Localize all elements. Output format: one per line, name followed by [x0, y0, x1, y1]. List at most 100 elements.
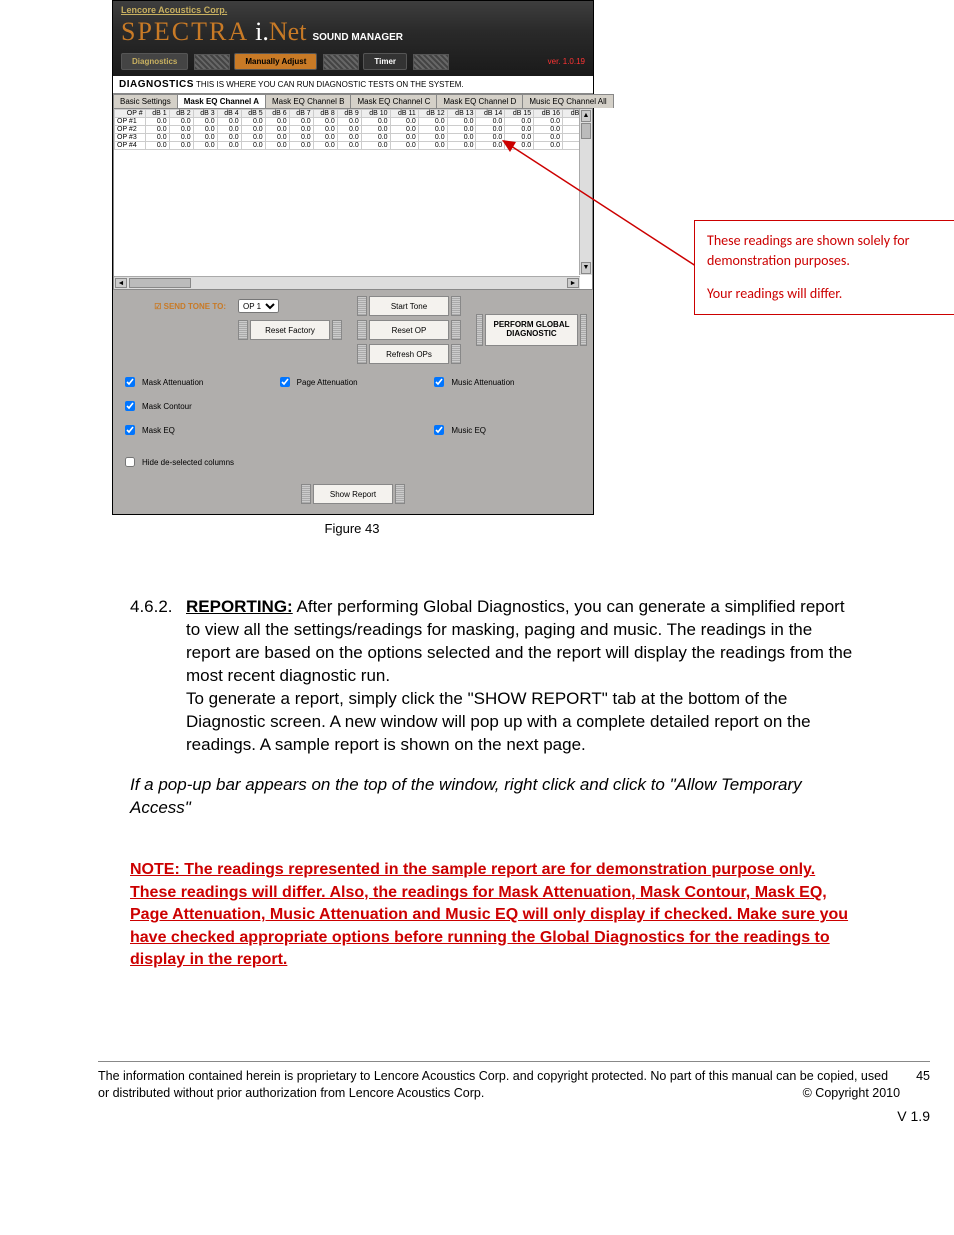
cell-value: 0.0	[313, 142, 337, 150]
col-header: dB 16	[534, 110, 563, 118]
cell-value: 0.0	[534, 118, 563, 126]
perform-global-diagnostic-button[interactable]: PERFORM GLOBAL DIAGNOSTIC	[485, 314, 578, 346]
scroll-up-icon[interactable]: ▲	[581, 110, 591, 122]
tab-diagnostics[interactable]: Diagnostics	[121, 53, 188, 70]
op-select[interactable]: OP 1	[238, 299, 279, 313]
cell-value: 0.0	[265, 126, 289, 134]
chk-mask-attenuation[interactable]: Mask Attenuation	[121, 374, 276, 390]
grip-icon	[451, 344, 461, 364]
chk-mask-eq[interactable]: Mask EQ	[121, 422, 276, 438]
cell-value: 0.0	[241, 118, 265, 126]
cell-value: 0.0	[265, 118, 289, 126]
refresh-ops-button[interactable]: Refresh OPs	[369, 344, 449, 364]
grip-icon	[357, 296, 367, 316]
control-panel: ☑ SEND TONE TO: OP 1 Start Tone PERFORM …	[113, 290, 593, 370]
cell-value: 0.0	[337, 118, 361, 126]
cell-value: 0.0	[337, 126, 361, 134]
cell-value: 0.0	[390, 126, 418, 134]
cell-value: 0.0	[313, 126, 337, 134]
subtab-mask-eq-c[interactable]: Mask EQ Channel C	[350, 94, 437, 108]
eq-table: OP #dB 1dB 2dB 3dB 4dB 5dB 6dB 7dB 8dB 9…	[114, 109, 592, 150]
cell-op: OP #2	[115, 126, 146, 134]
scrollbar-vertical[interactable]: ▲ ▼	[579, 109, 592, 275]
cell-value: 0.0	[390, 118, 418, 126]
cell-op: OP #4	[115, 142, 146, 150]
cell-value: 0.0	[169, 126, 193, 134]
cell-op: OP #1	[115, 118, 146, 126]
cell-value: 0.0	[505, 126, 534, 134]
cell-value: 0.0	[289, 126, 313, 134]
paragraph-3-italic: If a pop-up bar appears on the top of th…	[130, 774, 854, 820]
cell-value: 0.0	[390, 134, 418, 142]
cell-value: 0.0	[476, 142, 505, 150]
scroll-left-icon[interactable]: ◄	[115, 278, 127, 288]
table-row: OP #10.00.00.00.00.00.00.00.00.00.00.00.…	[115, 118, 592, 126]
grip-icon	[332, 320, 342, 340]
cell-value: 0.0	[169, 118, 193, 126]
chk-page-attenuation[interactable]: Page Attenuation	[276, 374, 431, 390]
cell-value: 0.0	[289, 118, 313, 126]
callout-line2: Your readings will differ.	[707, 284, 954, 304]
col-header: dB 8	[313, 110, 337, 118]
cell-value: 0.0	[193, 134, 217, 142]
grip-icon	[476, 314, 483, 346]
tab-manually-adjust[interactable]: Manually Adjust	[234, 53, 317, 70]
subtab-mask-eq-b[interactable]: Mask EQ Channel B	[265, 94, 351, 108]
cell-value: 0.0	[241, 134, 265, 142]
grip-icon	[357, 320, 367, 340]
col-header: dB 9	[337, 110, 361, 118]
cell-value: 0.0	[505, 142, 534, 150]
cell-value: 0.0	[505, 134, 534, 142]
scroll-thumb[interactable]	[129, 278, 191, 288]
cell-value: 0.0	[289, 142, 313, 150]
start-tone-button[interactable]: Start Tone	[369, 296, 449, 316]
tab-timer[interactable]: Timer	[363, 53, 407, 70]
cell-value: 0.0	[145, 142, 169, 150]
cell-value: 0.0	[217, 126, 241, 134]
col-header: dB 4	[217, 110, 241, 118]
subtab-mask-eq-d[interactable]: Mask EQ Channel D	[436, 94, 523, 108]
cell-value: 0.0	[534, 134, 563, 142]
logo-sound-manager: SOUND MANAGER	[312, 32, 403, 43]
chk-mask-contour[interactable]: Mask Contour	[121, 398, 276, 414]
app-window: Lencore Acoustics Corp. SPECTRA i.Net SO…	[112, 0, 594, 515]
section-number: 4.6.2.	[130, 596, 186, 688]
cell-value: 0.0	[217, 142, 241, 150]
diagnostics-bar: DIAGNOSTICS THIS IS WHERE YOU CAN RUN DI…	[113, 76, 593, 94]
show-report-button[interactable]: Show Report	[313, 484, 393, 504]
cell-value: 0.0	[193, 142, 217, 150]
checkboxes: Mask Attenuation Page Attenuation Music …	[113, 370, 593, 478]
cell-value: 0.0	[418, 126, 447, 134]
scroll-thumb[interactable]	[581, 123, 591, 139]
cell-value: 0.0	[145, 118, 169, 126]
subtab-music-eq-all[interactable]: Music EQ Channel All	[522, 94, 613, 108]
footer-copyright: © Copyright 2010	[803, 1085, 900, 1102]
chk-music-eq[interactable]: Music EQ	[430, 422, 585, 438]
cell-value: 0.0	[265, 134, 289, 142]
scrollbar-horizontal[interactable]: ◄ ►	[114, 276, 580, 289]
section-title: REPORTING:	[186, 597, 293, 616]
cell-value: 0.0	[169, 142, 193, 150]
chk-hide-deselected[interactable]: Hide de-selected columns	[121, 454, 585, 470]
cell-value: 0.0	[418, 118, 447, 126]
cell-value: 0.0	[193, 118, 217, 126]
logo-inet: i.Net	[255, 17, 306, 47]
cell-value: 0.0	[361, 126, 390, 134]
scroll-down-icon[interactable]: ▼	[581, 262, 591, 274]
cell-value: 0.0	[447, 126, 476, 134]
version-stamp: V 1.9	[0, 1108, 930, 1124]
cell-value: 0.0	[476, 118, 505, 126]
grip-icon	[357, 344, 367, 364]
cell-value: 0.0	[390, 142, 418, 150]
figure-block: Lencore Acoustics Corp. SPECTRA i.Net SO…	[112, 0, 942, 536]
chk-music-attenuation[interactable]: Music Attenuation	[430, 374, 585, 390]
paragraph-2: To generate a report, simply click the "…	[186, 688, 854, 757]
cell-value: 0.0	[217, 118, 241, 126]
subtab-basic-settings[interactable]: Basic Settings	[113, 94, 178, 108]
subtab-mask-eq-a[interactable]: Mask EQ Channel A	[177, 94, 266, 108]
reset-factory-button[interactable]: Reset Factory	[250, 320, 330, 340]
diagnostics-title: DIAGNOSTICS	[119, 79, 194, 90]
col-header: dB 6	[265, 110, 289, 118]
scroll-right-icon[interactable]: ►	[567, 278, 579, 288]
reset-op-button[interactable]: Reset OP	[369, 320, 449, 340]
